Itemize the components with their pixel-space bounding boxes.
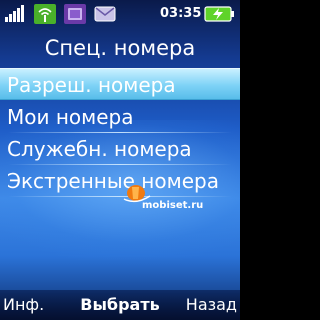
message-icon: [94, 6, 116, 22]
menu-item-service-numbers[interactable]: Служебн. номера: [0, 133, 240, 165]
purple-app-icon: [64, 4, 86, 24]
status-bar: 03:35: [0, 0, 240, 30]
softkey-bar: Инф. Выбрать Назад: [0, 290, 240, 320]
battery-charging-icon: [204, 6, 234, 22]
menu-item-my-numbers[interactable]: Мои номера: [0, 101, 240, 133]
menu-item-allowed-numbers[interactable]: Разреш. номера: [0, 68, 240, 100]
signal-bars-icon: [5, 5, 24, 22]
watermark-logo: mobiset.ru: [122, 182, 222, 216]
wifi-antenna-icon: [34, 4, 56, 24]
page-title: Спец. номера: [44, 36, 196, 60]
phone-screen: 03:35 Спец. номера Разреш. номера Мои но…: [0, 0, 240, 320]
back-softkey[interactable]: Назад: [186, 295, 237, 314]
info-softkey[interactable]: Инф.: [3, 295, 44, 314]
watermark-text: mobiset.ru: [142, 200, 204, 211]
select-softkey[interactable]: Выбрать: [78, 295, 162, 314]
clock-time: 03:35: [160, 6, 202, 21]
